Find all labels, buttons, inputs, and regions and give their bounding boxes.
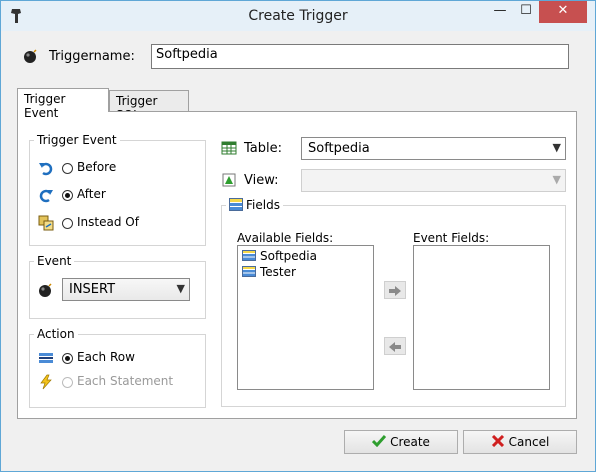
undo-arrow-icon [39,162,53,176]
replace-icon [38,215,54,231]
event-fields-label: Event Fields: [413,231,490,245]
maximize-button[interactable]: ☐ [513,1,539,23]
action-group [29,334,206,408]
radio-each-row[interactable] [62,353,73,364]
radio-after[interactable] [62,190,73,201]
row-icon [39,353,53,363]
lightning-icon [40,374,52,390]
radio-instead-of[interactable] [62,218,73,229]
event-select[interactable]: INSERT ▼ [62,278,190,301]
table-select[interactable]: Softpedia ▼ [301,137,566,160]
after-label: After [77,187,106,201]
chevron-down-icon: ▼ [552,141,561,154]
event-bomb-icon [39,283,52,297]
before-label: Before [77,160,117,174]
view-icon [222,173,236,187]
trigger-event-group [29,140,206,246]
each-row-label: Each Row [77,350,135,364]
cancel-button-label: Cancel [508,435,550,449]
radio-each-statement[interactable] [62,377,73,388]
event-group-title: Event [34,254,75,268]
action-group-title: Action [34,327,78,341]
trigger-bomb-icon [24,49,37,63]
view-select[interactable]: ▼ [301,169,566,192]
each-statement-label: Each Statement [77,374,174,388]
close-button[interactable]: ✕ [539,1,587,23]
instead-of-label: Instead Of [77,215,139,229]
available-fields-label: Available Fields: [237,231,334,245]
chevron-down-icon: ▼ [176,282,185,295]
table-label: Table: [244,141,282,156]
triggername-input[interactable]: Softpedia [151,44,569,69]
field-icon [242,250,256,261]
create-button[interactable]: Create [344,430,458,454]
check-icon [372,435,387,448]
remove-field-button[interactable] [384,337,406,355]
chevron-down-icon: ▼ [552,173,561,186]
create-button-label: Create [390,435,430,449]
cancel-x-icon [491,434,504,448]
view-label: View: [244,173,279,188]
minimize-button[interactable]: — [487,1,513,23]
title-bar: Create Trigger — ☐ ✕ [1,1,595,31]
trigger-event-group-title: Trigger Event [34,133,120,147]
cancel-button[interactable]: Cancel [463,430,577,454]
list-item[interactable]: Tester [242,265,296,279]
field-icon [242,266,256,277]
table-grid-icon [221,141,237,155]
tab-trigger-event[interactable]: Trigger Event [17,88,109,120]
trigger-event-panel: Trigger Event Before After Instead Of Ev… [17,111,577,419]
redo-arrow-icon [39,189,53,203]
arrow-left-icon [389,341,401,352]
add-field-button[interactable] [384,281,406,299]
available-fields-list[interactable]: Softpedia Tester [237,245,374,390]
event-fields-list[interactable] [413,245,550,390]
radio-before[interactable] [62,163,73,174]
fields-icon [229,198,243,211]
list-item[interactable]: Softpedia [242,249,317,263]
arrow-right-icon [389,285,401,296]
event-select-value: INSERT [69,282,116,297]
triggername-label: Triggername: [49,49,135,64]
tab-trigger-sql[interactable]: Trigger SQL [109,90,189,122]
table-select-value: Softpedia [308,141,370,156]
create-trigger-dialog: Create Trigger — ☐ ✕ Triggername: Softpe… [0,0,596,472]
